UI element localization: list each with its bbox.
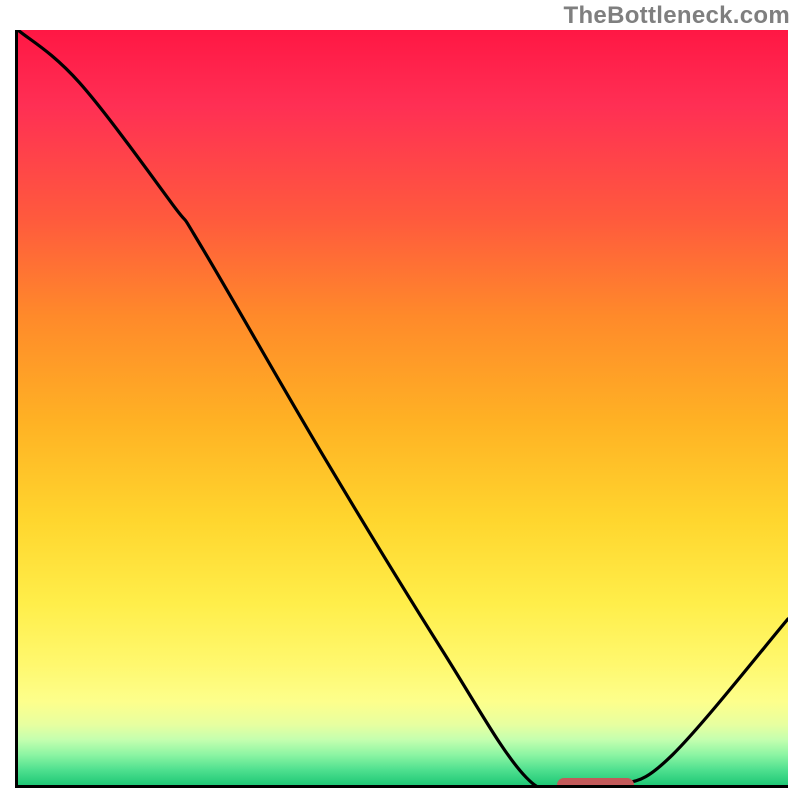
curve-path: [18, 30, 788, 788]
curve-svg: [18, 30, 788, 785]
optimal-marker: [557, 778, 634, 788]
chart-canvas: TheBottleneck.com: [0, 0, 800, 800]
watermark-text: TheBottleneck.com: [564, 2, 790, 30]
plot-area: [15, 30, 788, 788]
